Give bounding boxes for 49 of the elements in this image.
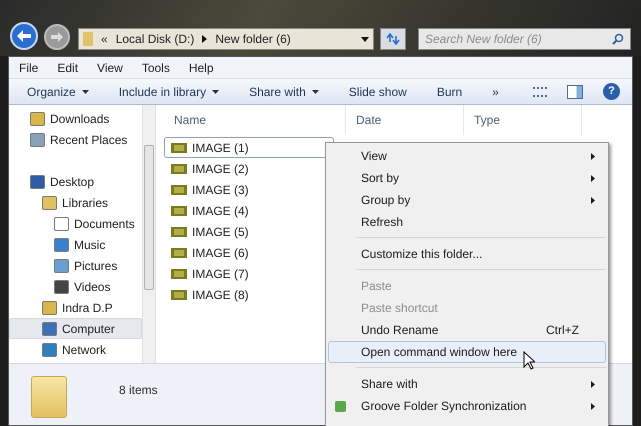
column-header[interactable]: Name bbox=[164, 105, 346, 135]
sidebar-item[interactable]: Downloads bbox=[9, 108, 142, 129]
toolbar-button[interactable]: Include in library bbox=[118, 82, 220, 100]
context-menu-item[interactable]: Share with bbox=[328, 373, 606, 395]
toolbar-button[interactable]: Organize bbox=[27, 82, 89, 100]
sidebar-item[interactable]: Computer bbox=[9, 318, 142, 339]
toolbar-button[interactable]: Share with bbox=[249, 82, 319, 100]
overflow-chevron[interactable]: « bbox=[101, 30, 108, 48]
sidebar-item[interactable]: Videos bbox=[9, 276, 142, 297]
breadcrumb-item[interactable]: Local Disk (D:) bbox=[116, 30, 194, 48]
menu-item-label: Sort by bbox=[361, 170, 400, 187]
context-menu-item[interactable]: Groove Folder Synchronization bbox=[328, 395, 606, 417]
help-button[interactable]: ? bbox=[603, 83, 620, 100]
toolbar-button[interactable]: Slide show bbox=[348, 82, 407, 100]
sidebar-item[interactable]: Network bbox=[9, 339, 142, 360]
search-input[interactable]: Search New folder (6) bbox=[425, 30, 612, 48]
address-bar[interactable]: « Local Disk (D:) New folder (6) bbox=[78, 28, 374, 50]
context-menu-item[interactable]: Undo Rename Ctrl+Z bbox=[328, 319, 606, 341]
column-header[interactable]: Type bbox=[464, 105, 582, 135]
breadcrumb-item[interactable]: New folder (6) bbox=[215, 30, 291, 48]
context-menu-item[interactable]: Open command window here bbox=[328, 341, 606, 363]
sidebar-item[interactable]: Desktop bbox=[9, 171, 142, 192]
menu-bar-item[interactable]: View bbox=[97, 58, 123, 76]
menu-item-label: Open command window here bbox=[361, 344, 518, 361]
menu-bar-item[interactable]: Help bbox=[188, 58, 214, 76]
toolbar-button[interactable]: » bbox=[492, 82, 499, 100]
shortcut-label: Ctrl+Z bbox=[546, 322, 579, 339]
menu-item-label: Groove Folder Synchronization bbox=[361, 398, 526, 415]
menu-item-label: Share with bbox=[361, 376, 418, 393]
sidebar-item[interactable]: Documents bbox=[9, 213, 142, 234]
sidebar-item[interactable]: Libraries bbox=[9, 192, 142, 213]
menu-bar-item[interactable]: Edit bbox=[57, 58, 78, 76]
menu-bar-item[interactable]: File bbox=[19, 58, 38, 76]
menu-item-label: Undo Rename bbox=[361, 322, 438, 339]
toolbar-button[interactable]: Burn bbox=[436, 82, 462, 100]
menu-item-label: Paste shortcut bbox=[361, 300, 438, 317]
menu-item-label: Group by bbox=[361, 192, 410, 209]
menu-item-label: Paste bbox=[361, 278, 392, 295]
sidebar-item[interactable]: Music bbox=[9, 234, 142, 255]
sidebar-item[interactable]: Indra D.P bbox=[9, 297, 142, 318]
sidebar-item[interactable]: Pictures bbox=[9, 255, 142, 276]
search-field[interactable]: Search New folder (6) bbox=[418, 28, 631, 50]
menu-item-label: View bbox=[361, 148, 387, 165]
sidebar-item[interactable]: Recent Places bbox=[9, 129, 142, 150]
menu-bar-item[interactable]: Tools bbox=[142, 58, 170, 76]
column-header[interactable]: Date bbox=[346, 105, 464, 135]
menu-item-label: Customize this folder... bbox=[361, 246, 482, 263]
item-count: 8 items bbox=[119, 382, 158, 399]
menu-item-label: Refresh bbox=[361, 214, 404, 231]
